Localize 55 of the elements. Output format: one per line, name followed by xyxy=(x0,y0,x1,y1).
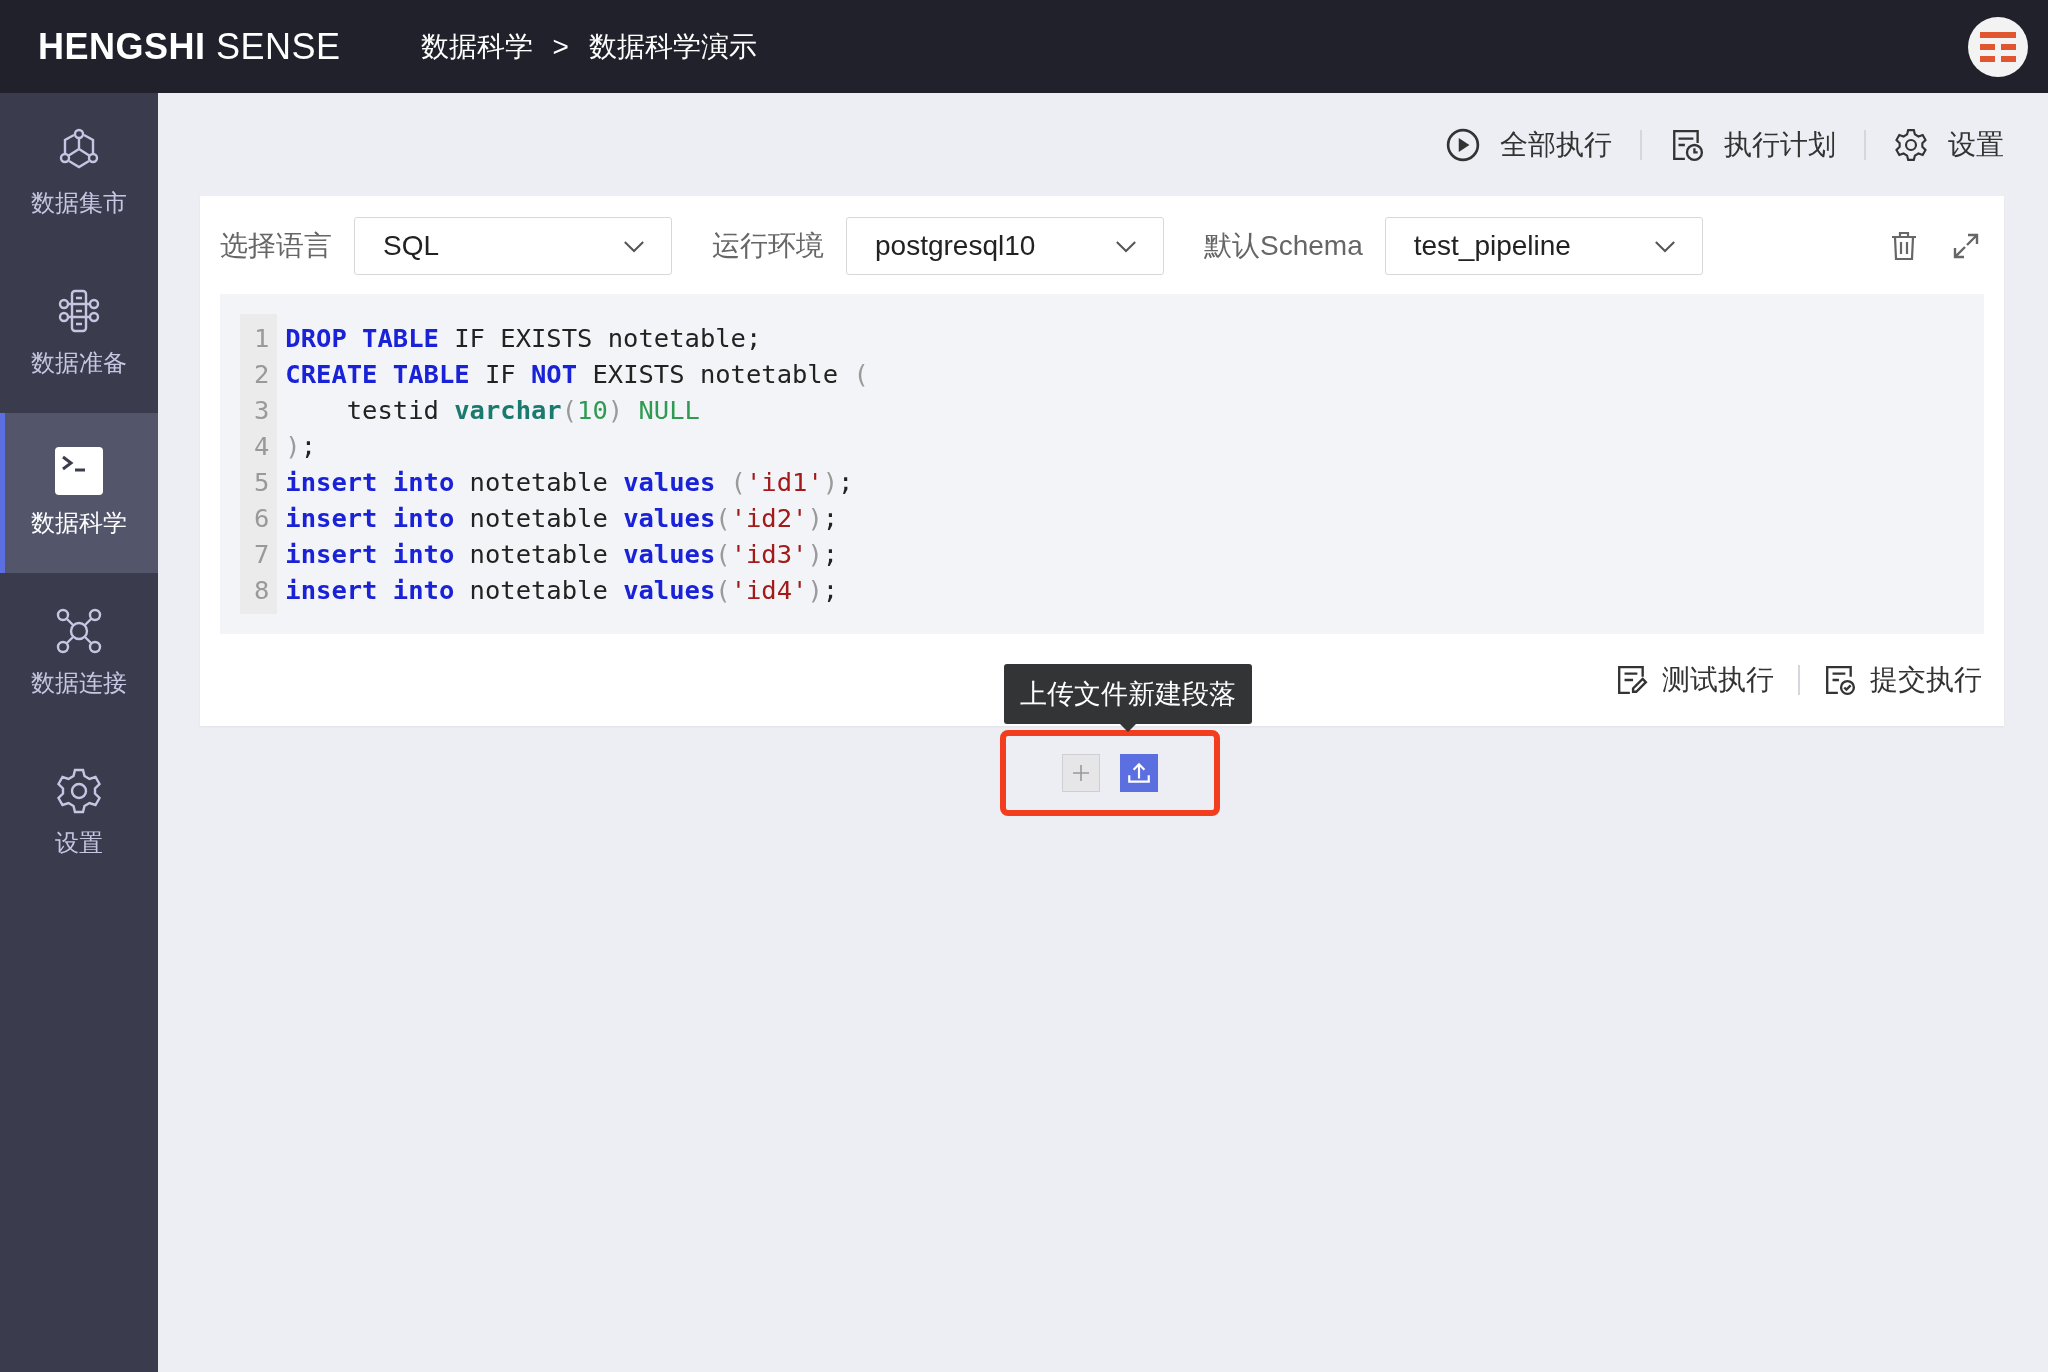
run-all-button[interactable]: 全部执行 xyxy=(1446,125,1612,164)
chevron-down-icon xyxy=(623,239,645,253)
line-number: 2 xyxy=(254,358,270,391)
breadcrumb-item: 数据科学演示 xyxy=(588,29,757,64)
sidebar-item[interactable]: 数据科学 xyxy=(0,413,158,573)
field-label: 默认Schema xyxy=(1204,229,1363,263)
line-number: 5 xyxy=(254,466,270,499)
trash-icon[interactable] xyxy=(1890,231,1918,261)
plus-icon xyxy=(1071,763,1091,783)
expand-icon[interactable] xyxy=(1952,231,1980,261)
breadcrumb-separator: > xyxy=(552,30,569,63)
line-number: 8 xyxy=(254,574,270,607)
menu-lines-icon xyxy=(1980,30,2016,63)
submit-run-button[interactable]: 提交执行 xyxy=(1824,661,1982,699)
line-number: 7 xyxy=(254,538,270,571)
code-line: testid varchar(10) NULL xyxy=(345,394,701,427)
dropdown-field[interactable]: postgresql10 xyxy=(846,217,1164,275)
network-icon xyxy=(55,607,103,655)
settings-icon xyxy=(55,767,103,815)
line-number: 3 xyxy=(254,394,270,427)
tooltip-arrow xyxy=(1120,724,1136,732)
code-line: CREATE TABLE IF NOT EXISTS notetable ( xyxy=(285,358,869,391)
code-line: insert into notetable values('id3'); xyxy=(285,538,840,571)
calendar-clock-icon xyxy=(1670,127,1704,162)
line-number: 4 xyxy=(254,430,270,463)
code-line: insert into notetable values ('id1'); xyxy=(285,466,855,499)
code-line: ); xyxy=(285,430,318,463)
code-line: insert into notetable values('id2'); xyxy=(285,502,840,535)
tooltip: 上传文件新建段落 xyxy=(1004,664,1252,724)
upload-icon xyxy=(1126,760,1152,786)
play-icon xyxy=(1446,127,1480,162)
dropdown-field[interactable]: SQL xyxy=(354,217,672,275)
edit-note-icon xyxy=(1616,664,1648,696)
breadcrumb-item[interactable]: 数据科学 xyxy=(420,27,533,66)
test-run-button[interactable]: 测试执行 xyxy=(1616,661,1774,699)
app-logo: HENGSHI SENSE xyxy=(38,25,341,68)
field-label: 运行环境 xyxy=(712,229,824,263)
sidebar-item[interactable]: 数据集市 xyxy=(0,93,158,253)
sidebar-item[interactable]: 数据准备 xyxy=(0,253,158,413)
dropdown-field[interactable]: test_pipeline xyxy=(1384,217,1703,275)
schedule-button[interactable]: 执行计划 xyxy=(1670,125,1836,164)
settings-button[interactable]: 设置 xyxy=(1894,125,2004,164)
chevron-down-icon xyxy=(1115,239,1137,253)
settings-icon xyxy=(1894,127,1928,162)
code-line: insert into notetable values('id4'); xyxy=(285,574,840,607)
check-note-icon xyxy=(1824,664,1856,696)
chevron-down-icon xyxy=(1653,239,1676,253)
field-label: 选择语言 xyxy=(220,229,332,263)
line-number: 6 xyxy=(254,502,270,535)
terminal-icon xyxy=(55,447,103,495)
sidebar-item[interactable]: 设置 xyxy=(0,733,158,893)
code-line: DROP TABLE IF EXISTS notetable; xyxy=(285,322,763,355)
line-number: 1 xyxy=(254,322,270,355)
upload-button[interactable] xyxy=(1120,754,1158,792)
sidebar-item[interactable]: 数据连接 xyxy=(0,573,158,733)
